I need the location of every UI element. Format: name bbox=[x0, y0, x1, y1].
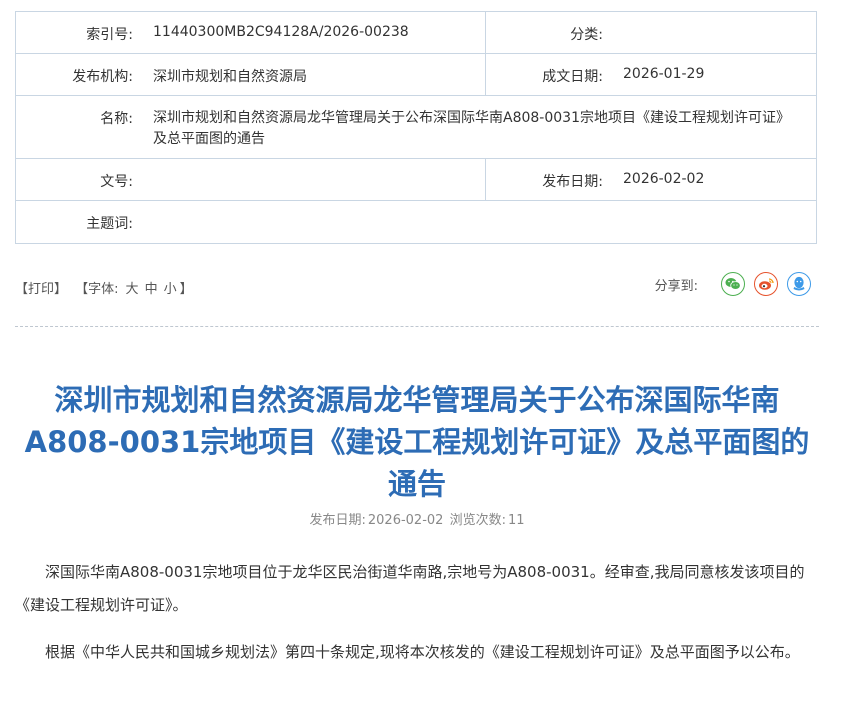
meta-cell-name: 名称: 深圳市规划和自然资源局龙华管理局关于公布深国际华南A808-0031宗地… bbox=[16, 96, 816, 158]
article-title: 深圳市规划和自然资源局龙华管理局关于公布深国际华南A808-0031宗地项目《建… bbox=[24, 383, 810, 502]
meta-row-index: 索引号: 11440300MB2C94128A/2026-00238 分类: bbox=[16, 12, 816, 54]
article-views-label: 浏览次数: bbox=[449, 513, 506, 528]
meta-cell-created: 成文日期: 2026-01-29 bbox=[486, 54, 816, 95]
share-bar: 分享到: bbox=[655, 272, 811, 296]
share-label: 分享到: bbox=[654, 278, 698, 294]
docno-label: 文号: bbox=[100, 174, 133, 190]
meta-cell-category: 分类: bbox=[486, 12, 816, 53]
qq-icon bbox=[793, 276, 805, 291]
docno-value bbox=[133, 159, 153, 200]
meta-row-docno: 文号: 发布日期: 2026-02-02 bbox=[16, 159, 816, 201]
article-paragraph: 根据《中华人民共和国城乡规划法》第四十条规定,现将本次核发的《建设工程规划许可证… bbox=[45, 643, 800, 661]
pubdate-label: 发布日期: bbox=[542, 174, 603, 190]
created-label: 成文日期: bbox=[542, 69, 603, 85]
index-value: 11440300MB2C94128A/2026-00238 bbox=[153, 24, 409, 40]
article-paragraph: 深国际华南A808-0031宗地项目位于龙华区民治街道华南路,宗地号为A808-… bbox=[15, 563, 805, 614]
pubdate-value: 2026-02-02 bbox=[623, 171, 705, 187]
article-date-label: 发布日期: bbox=[309, 513, 366, 528]
meta-row-keywords: 主题词: bbox=[16, 201, 816, 243]
article-info: 发布日期: 2026-02-02 浏览次数: 11 bbox=[15, 509, 819, 528]
font-medium-button[interactable]: 中 bbox=[145, 282, 158, 297]
font-large-button[interactable]: 大 bbox=[126, 282, 139, 297]
meta-cell-docno: 文号: bbox=[16, 159, 486, 200]
publisher-label: 发布机构: bbox=[72, 69, 133, 85]
keywords-value bbox=[133, 201, 153, 243]
meta-cell-keywords: 主题词: bbox=[16, 201, 816, 243]
article-toolbar: 【打印】 【字体: 大中小】 分享到: bbox=[15, 270, 817, 304]
name-value: 深圳市规划和自然资源局龙华管理局关于公布深国际华南A808-0031宗地项目《建… bbox=[153, 110, 790, 147]
wechat-icon bbox=[725, 278, 741, 290]
metadata-table: 索引号: 11440300MB2C94128A/2026-00238 分类: 发… bbox=[15, 11, 817, 244]
meta-row-publisher: 发布机构: 深圳市规划和自然资源局 成文日期: 2026-01-29 bbox=[16, 54, 816, 96]
article-date-value: 2026-02-02 bbox=[367, 513, 444, 528]
created-value: 2026-01-29 bbox=[623, 66, 705, 82]
article-views-value: 11 bbox=[507, 513, 525, 528]
print-button[interactable]: 【打印】 bbox=[15, 282, 67, 297]
share-qq-button[interactable] bbox=[787, 272, 811, 296]
meta-cell-pubdate: 发布日期: 2026-02-02 bbox=[486, 159, 816, 200]
meta-cell-index: 索引号: 11440300MB2C94128A/2026-00238 bbox=[16, 12, 486, 53]
font-small-button[interactable]: 小 bbox=[164, 282, 177, 297]
category-label: 分类: bbox=[570, 27, 603, 43]
keywords-label: 主题词: bbox=[86, 216, 133, 232]
font-size-suffix: 】 bbox=[179, 282, 193, 297]
index-label: 索引号: bbox=[86, 27, 133, 43]
category-value bbox=[603, 12, 623, 53]
meta-cell-publisher: 发布机构: 深圳市规划和自然资源局 bbox=[16, 54, 486, 95]
publisher-value: 深圳市规划和自然资源局 bbox=[153, 69, 307, 85]
toolbar-left: 【打印】 【字体: 大中小】 bbox=[15, 278, 197, 297]
weibo-icon bbox=[759, 278, 774, 290]
article-body: 深国际华南A808-0031宗地项目位于龙华区民治街道华南路,宗地号为A808-… bbox=[15, 556, 819, 683]
name-label: 名称: bbox=[100, 111, 133, 127]
dashed-divider bbox=[15, 326, 819, 327]
share-weibo-button[interactable] bbox=[754, 272, 778, 296]
share-wechat-button[interactable] bbox=[721, 272, 745, 296]
font-size-prefix: 【字体: bbox=[75, 282, 119, 297]
meta-row-name: 名称: 深圳市规划和自然资源局龙华管理局关于公布深国际华南A808-0031宗地… bbox=[16, 96, 816, 159]
